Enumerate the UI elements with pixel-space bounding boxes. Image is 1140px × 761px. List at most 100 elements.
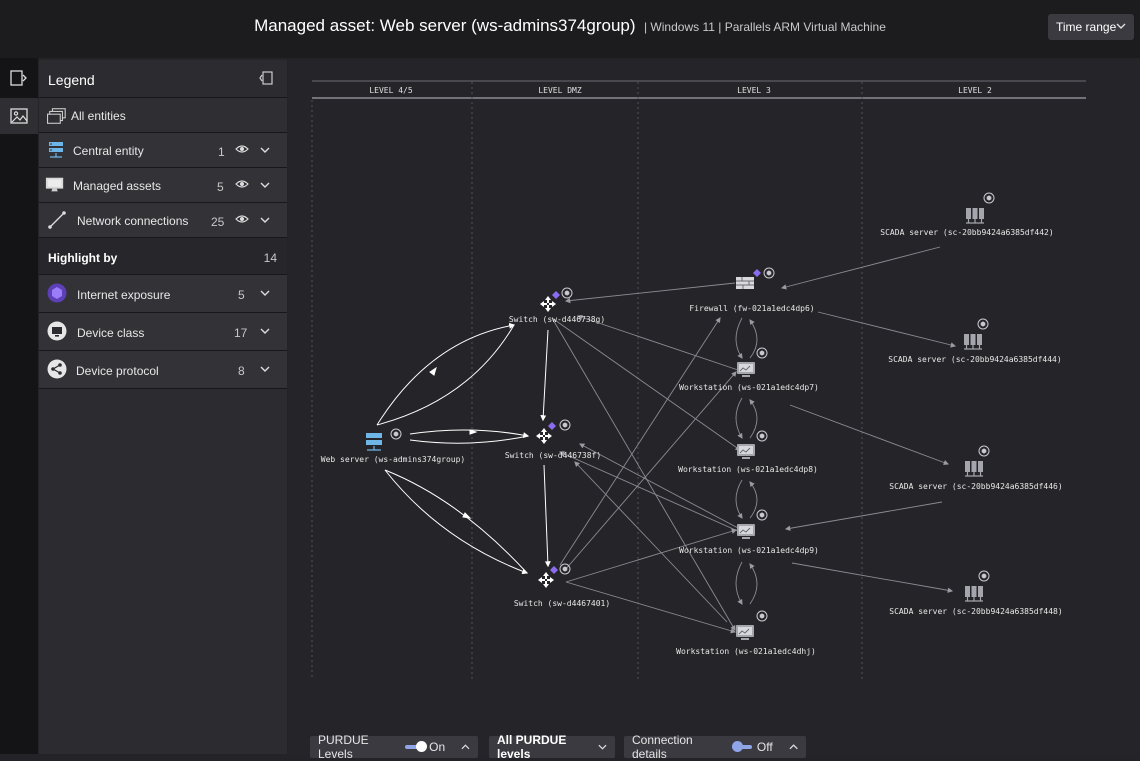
chevron-up-icon[interactable] <box>789 742 798 752</box>
hexagon-badge-icon <box>978 445 990 457</box>
node-label: SCADA server (sc-20bb9424a6385df446) <box>889 482 1062 491</box>
switch-icon <box>538 572 554 588</box>
scada-server-icon <box>964 460 984 477</box>
legend-row-count: 25 <box>211 215 225 229</box>
legend-row-central-entity[interactable]: Central entity 1 <box>39 133 287 168</box>
all-purdue-levels-dropdown[interactable]: All PURDUE levels <box>489 733 615 761</box>
hexagon-badge-icon <box>390 428 402 440</box>
highlight-row-label: Internet exposure <box>77 288 171 302</box>
node-label: SCADA server (sc-20bb9424a6385df444) <box>888 355 1061 364</box>
node-firewall[interactable]: Firewall (fw-021a1edc4dp6) <box>689 267 815 313</box>
node-scada-442[interactable]: SCADA server (sc-20bb9424a6385df442) <box>880 192 1054 237</box>
central-connections <box>376 322 551 575</box>
purdue-levels-toggle[interactable] <box>404 741 427 752</box>
toggle-panel-button[interactable] <box>0 60 38 96</box>
workstation-icon <box>736 443 756 460</box>
icon-rail <box>0 58 38 754</box>
connection-details-toggle[interactable] <box>731 741 752 752</box>
connection-details-state: Off <box>756 740 773 754</box>
hexagon-icon <box>47 283 67 303</box>
node-workstation-dp7[interactable]: Workstation (ws-021a1edc4dp7) <box>679 347 819 392</box>
node-workstation-dhj[interactable]: Workstation (ws-021a1edc4dhj) <box>676 610 816 656</box>
device-class-icon <box>47 321 67 341</box>
page-title: Managed asset: Web server (ws-admins374g… <box>254 16 636 35</box>
switch-icon <box>540 296 556 312</box>
chevron-down-icon[interactable] <box>260 364 270 374</box>
node-scada-448[interactable]: SCADA server (sc-20bb9424a6385df448) <box>889 570 1063 616</box>
legend-row-label: Managed assets <box>73 179 162 193</box>
hexagon-badge-icon <box>756 347 768 359</box>
workstation-icon <box>736 523 756 540</box>
node-workstation-dp8[interactable]: Workstation (ws-021a1edc4dp8) <box>678 430 818 474</box>
node-switch-738g[interactable]: Switch (sw-d446738g) <box>509 287 605 324</box>
page-subtitle: | Windows 11 | Parallels ARM Virtual Mac… <box>643 20 886 34</box>
highlight-row-device-protocol[interactable]: Device protocol 8 <box>39 351 287 389</box>
stacked-windows-icon <box>47 108 66 124</box>
legend-row-network-connections[interactable]: Network connections 25 <box>39 203 287 238</box>
purdue-levels-control[interactable]: PURDUE Levels On <box>310 733 478 761</box>
eye-icon[interactable] <box>235 179 249 189</box>
hexagon-badge-icon <box>978 570 990 582</box>
node-label: Workstation (ws-021a1edc4dp9) <box>679 546 819 555</box>
chevron-down-icon[interactable] <box>260 326 270 336</box>
connection-details-control[interactable]: Connection details Off <box>624 733 806 761</box>
workstation-icon <box>736 361 756 378</box>
network-graph[interactable]: LEVEL 4/5 LEVEL DMZ LEVEL 3 LEVEL 2 Web … <box>288 60 1140 754</box>
purple-diamond-icon <box>548 422 556 430</box>
highlight-by-header: Highlight by 14 <box>39 238 287 275</box>
time-range-label: Time range <box>1056 20 1117 34</box>
node-web-server[interactable]: Web server (ws-admins374group) <box>321 428 466 464</box>
chevron-down-icon[interactable] <box>260 180 270 190</box>
highlight-row-label: Device class <box>77 326 145 340</box>
chevron-down-icon[interactable] <box>260 215 270 225</box>
node-label: Workstation (ws-021a1edc4dp7) <box>679 383 819 392</box>
highlight-row-label: Device protocol <box>76 364 159 378</box>
highlight-by-label: Highlight by <box>48 251 118 265</box>
node-switch-7401[interactable]: Switch (sw-d4467401) <box>514 563 610 608</box>
highlight-row-count: 8 <box>238 364 245 378</box>
scada-server-icon <box>965 207 985 224</box>
firewall-icon <box>736 277 754 289</box>
legend-panel: Legend All entities Central entity 1 Man… <box>39 60 287 754</box>
node-switch-738f[interactable]: Switch (sw-d446738f) <box>505 419 601 460</box>
legend-row-count: 5 <box>217 180 224 194</box>
chevron-down-icon[interactable] <box>260 145 270 155</box>
node-label: Workstation (ws-021a1edc4dhj) <box>676 647 816 656</box>
server-stack-icon <box>49 142 63 158</box>
legend-row-label: Central entity <box>73 144 144 158</box>
node-label: Switch (sw-d446738f) <box>505 451 601 460</box>
node-label: SCADA server (sc-20bb9424a6385df442) <box>880 228 1053 237</box>
purdue-level-label: LEVEL 2 <box>958 86 992 95</box>
purdue-levels-label: PURDUE Levels <box>318 733 369 761</box>
hexagon-badge-icon <box>983 192 995 204</box>
chevron-down-icon <box>1116 23 1126 29</box>
purdue-level-label: LEVEL 3 <box>737 86 771 95</box>
chevron-down-icon[interactable] <box>260 288 270 298</box>
legend-row-managed-assets[interactable]: Managed assets 5 <box>39 168 287 203</box>
node-label: Web server (ws-admins374group) <box>321 455 466 464</box>
eye-icon[interactable] <box>235 214 249 224</box>
node-workstation-dp9[interactable]: Workstation (ws-021a1edc4dp9) <box>679 509 819 555</box>
highlight-row-internet-exposure[interactable]: Internet exposure 5 <box>39 275 287 313</box>
legend-all-entities[interactable]: All entities <box>39 98 287 133</box>
highlight-row-count: 5 <box>238 288 245 302</box>
graph-canvas[interactable]: LEVEL 4/5 LEVEL DMZ LEVEL 3 LEVEL 2 Web … <box>288 60 1140 754</box>
chevron-up-icon[interactable] <box>461 742 470 752</box>
legend-view-button[interactable] <box>0 98 38 134</box>
node-scada-446[interactable]: SCADA server (sc-20bb9424a6385df446) <box>889 445 1063 491</box>
time-range-button[interactable]: Time range <box>1048 14 1134 40</box>
legend-row-label: Network connections <box>77 214 189 228</box>
highlight-by-count: 14 <box>263 251 277 265</box>
node-scada-444[interactable]: SCADA server (sc-20bb9424a6385df444) <box>888 318 1062 364</box>
hexagon-badge-icon <box>977 318 989 330</box>
highlight-row-device-class[interactable]: Device class 17 <box>39 313 287 351</box>
hexagon-badge-icon <box>559 419 571 431</box>
collapse-panel-icon[interactable] <box>259 71 273 85</box>
all-entities-label: All entities <box>71 109 126 123</box>
protocol-icon <box>47 359 67 379</box>
scada-server-icon <box>964 585 984 602</box>
eye-icon[interactable] <box>235 144 249 154</box>
panel-expand-icon <box>10 70 27 86</box>
node-label: Firewall (fw-021a1edc4dp6) <box>689 304 814 313</box>
hexagon-badge-icon <box>763 267 775 279</box>
